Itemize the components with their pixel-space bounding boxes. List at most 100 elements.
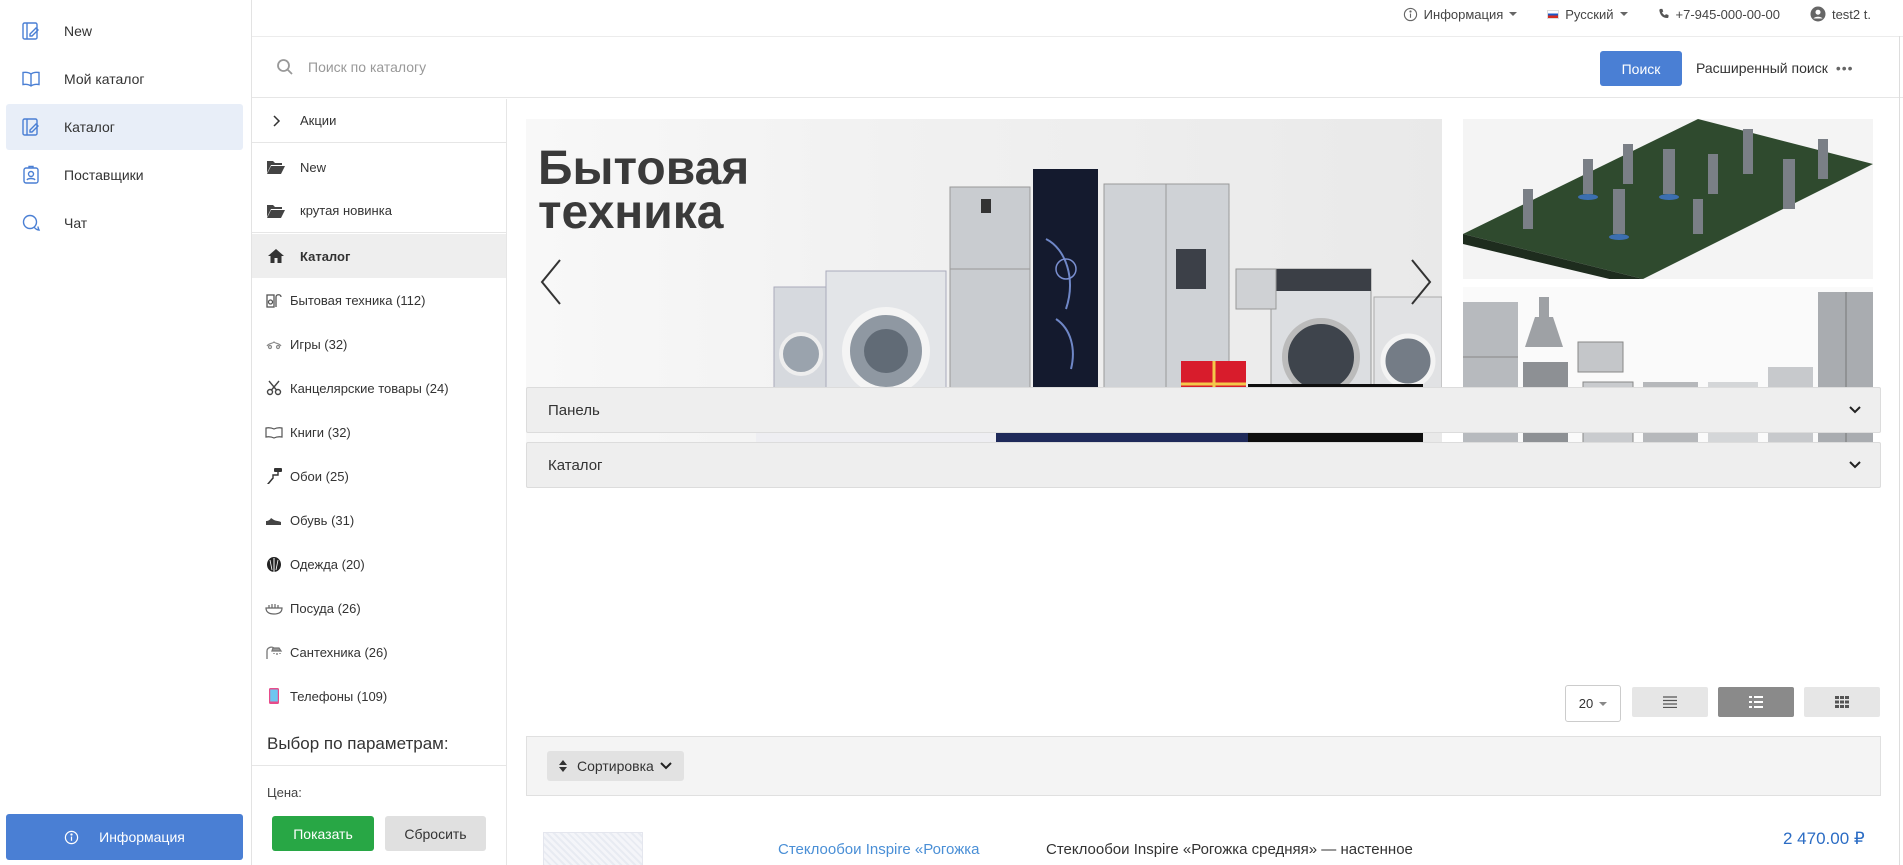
slider-prev-arrow[interactable] bbox=[536, 257, 566, 307]
info-icon bbox=[1403, 7, 1418, 22]
nav-item-new[interactable]: New bbox=[6, 8, 243, 54]
category-stationery[interactable]: Канцелярские товары (24) bbox=[252, 366, 506, 410]
book-icon bbox=[265, 423, 283, 441]
chevron-right-icon bbox=[266, 112, 286, 130]
category-plumbing[interactable]: Сантехника (26) bbox=[252, 630, 506, 674]
info-button[interactable]: Информация bbox=[6, 814, 243, 860]
nav-item-chat[interactable]: Чат bbox=[6, 200, 243, 246]
search-bar: Поиск Расширенный поиск ••• bbox=[252, 36, 1903, 98]
promo-image-game[interactable] bbox=[1463, 119, 1873, 279]
book-icon bbox=[20, 68, 42, 90]
category-label: Книги (32) bbox=[290, 424, 351, 440]
user-name: test2 t. bbox=[1831, 6, 1871, 22]
slider-next-arrow[interactable] bbox=[1406, 257, 1436, 307]
phone-link[interactable]: +7-945-000-00-00 bbox=[1658, 7, 1780, 22]
view-grid-button[interactable] bbox=[1804, 687, 1880, 717]
product-name-link[interactable]: Стеклообои Inspire «Рогожка bbox=[778, 841, 980, 858]
category-label: Сантехника (26) bbox=[290, 644, 388, 660]
phone-number: +7-945-000-00-00 bbox=[1675, 6, 1780, 22]
accordion-title: Панель bbox=[548, 401, 600, 419]
board-game-illustration bbox=[1463, 119, 1873, 279]
search-button[interactable]: Поиск bbox=[1600, 51, 1682, 86]
category-label: Канцелярские товары (24) bbox=[290, 380, 449, 396]
category-wallpaper[interactable]: Обои (25) bbox=[252, 454, 506, 498]
info-icon bbox=[64, 830, 79, 845]
game-icon bbox=[265, 335, 283, 353]
language-label: Русский bbox=[1565, 6, 1614, 22]
app-root: New Мой каталог Каталог Поставщики Чат И… bbox=[0, 0, 1903, 865]
nav-item-label: Каталог bbox=[64, 119, 115, 135]
category-label: крутая новинка bbox=[300, 203, 392, 218]
clothes-icon bbox=[265, 555, 283, 573]
caret-down-icon bbox=[1509, 12, 1518, 16]
category-books[interactable]: Книги (32) bbox=[252, 410, 506, 454]
search-input[interactable] bbox=[308, 59, 1508, 75]
chat-icon bbox=[20, 212, 42, 234]
roller-icon bbox=[265, 467, 283, 485]
view-compact-list-button[interactable] bbox=[1632, 687, 1708, 717]
nav-item-suppliers[interactable]: Поставщики bbox=[6, 152, 243, 198]
language-dropdown[interactable]: Русский bbox=[1547, 6, 1628, 22]
view-list-button[interactable] bbox=[1718, 687, 1794, 717]
nav-item-catalog[interactable]: Каталог bbox=[6, 104, 243, 150]
per-page-value: 20 bbox=[1578, 696, 1594, 711]
category-appliances[interactable]: Бытовая техника (112) bbox=[252, 278, 506, 322]
accordion-catalog[interactable]: Каталог bbox=[526, 442, 1881, 488]
shower-icon bbox=[265, 643, 283, 661]
info-dropdown[interactable]: Информация bbox=[1403, 7, 1518, 22]
category-shoes[interactable]: Обувь (31) bbox=[252, 498, 506, 542]
category-phones[interactable]: Телефоны (109) bbox=[252, 674, 506, 718]
category-catalog-root[interactable]: Каталог bbox=[252, 234, 506, 278]
info-dropdown-label: Информация bbox=[1423, 6, 1504, 22]
accordion-title: Каталог bbox=[548, 456, 603, 474]
category-folder-cool-new[interactable]: крутая новинка bbox=[252, 189, 506, 233]
category-label: Посуда (26) bbox=[290, 600, 361, 616]
chevron-down-icon bbox=[1849, 406, 1861, 414]
badge-icon bbox=[20, 164, 42, 186]
dishes-icon bbox=[265, 599, 283, 617]
shoe-icon bbox=[265, 511, 283, 529]
catalog-edit-icon bbox=[20, 116, 42, 138]
folder-open-icon bbox=[266, 158, 286, 176]
nav-item-label: New bbox=[64, 23, 93, 39]
category-label: Игры (32) bbox=[290, 336, 348, 352]
params-title: Выбор по параметрам: bbox=[267, 734, 449, 753]
category-label: Телефоны (109) bbox=[290, 688, 388, 704]
chevron-down-icon bbox=[1849, 461, 1861, 469]
per-page-select[interactable]: 20 bbox=[1565, 685, 1621, 722]
category-label: Акции bbox=[300, 113, 337, 128]
product-thumbnail[interactable] bbox=[543, 832, 643, 865]
phone-device-icon bbox=[265, 687, 283, 705]
nav-item-my-catalog[interactable]: Мой каталог bbox=[6, 56, 243, 102]
category-games[interactable]: Игры (32) bbox=[252, 322, 506, 366]
category-clothes[interactable]: Одежда (20) bbox=[252, 542, 506, 586]
category-label: Обувь (31) bbox=[290, 512, 355, 528]
page-scrollbar[interactable] bbox=[1899, 36, 1900, 865]
main-content: Бытовая техника Панель Каталог 20 Сортир… bbox=[508, 99, 1899, 865]
accordion-panel[interactable]: Панель bbox=[526, 387, 1881, 433]
sort-icon bbox=[559, 760, 567, 772]
search-icon bbox=[276, 58, 294, 76]
nav-item-label: Мой каталог bbox=[64, 71, 145, 87]
category-sidebar: Акции New крутая новинка Каталог Бытовая… bbox=[252, 99, 507, 865]
category-label: New bbox=[300, 159, 327, 175]
category-folder-new[interactable]: New bbox=[252, 145, 506, 189]
reset-button[interactable]: Сбросить bbox=[385, 816, 486, 851]
params-divider bbox=[252, 765, 506, 766]
nav-item-label: Поставщики bbox=[64, 167, 144, 183]
advanced-search-link[interactable]: Расширенный поиск ••• bbox=[1696, 60, 1854, 76]
category-dishes[interactable]: Посуда (26) bbox=[252, 586, 506, 630]
catalog-edit-icon bbox=[20, 20, 42, 42]
phone-icon bbox=[1658, 8, 1670, 20]
user-menu[interactable]: test2 t. bbox=[1810, 6, 1871, 22]
left-navigation: New Мой каталог Каталог Поставщики Чат И… bbox=[0, 0, 252, 865]
sort-label: Сортировка bbox=[577, 758, 654, 774]
more-dots-icon: ••• bbox=[1835, 60, 1854, 76]
appliance-icon bbox=[265, 291, 283, 309]
top-bar: Информация Русский +7-945-000-00-00 test… bbox=[252, 0, 1903, 28]
nav-item-label: Чат bbox=[64, 215, 88, 231]
home-icon bbox=[266, 247, 286, 265]
sort-button[interactable]: Сортировка bbox=[547, 751, 684, 781]
category-promo[interactable]: Акции bbox=[252, 99, 506, 143]
show-button[interactable]: Показать bbox=[272, 816, 374, 851]
